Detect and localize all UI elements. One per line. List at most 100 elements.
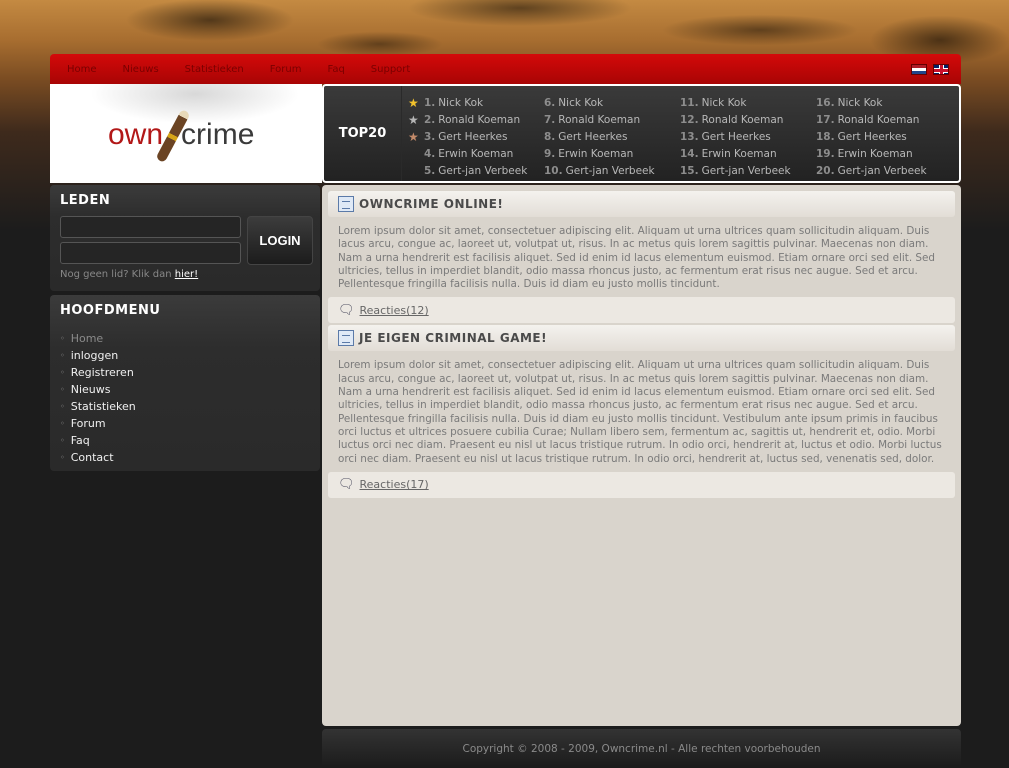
register-note: Nog geen lid? Klik dan hier! — [60, 269, 198, 280]
top20-rank: 19. — [816, 147, 835, 160]
top20-entry[interactable]: 11. Nick Kok — [680, 94, 816, 111]
top20-entry[interactable]: 9. Erwin Koeman — [544, 145, 680, 162]
login-panel: LEDEN LOGIN Nog geen lid? Klik dan hier! — [50, 185, 320, 291]
top20-label: TOP20 — [324, 86, 402, 181]
main-menu-panel: HOOFDMENU ◦ Home ◦ inloggen ◦ Registreren ◦ Nie… — [50, 295, 320, 471]
nav-support[interactable]: Support — [371, 64, 411, 75]
menu-item-faq[interactable]: ◦ Faq — [60, 432, 320, 449]
top20-player-name: Gert Heerkes — [837, 130, 907, 143]
nav-forum[interactable]: Forum — [270, 64, 302, 75]
bronze-star-icon: ★ — [408, 129, 419, 144]
top20-entry[interactable]: ★ 2. Ronald Koeman — [408, 111, 544, 128]
top20-column: ★ 1. Nick Kok ★ 2. Ronald Koeman ★ 3. Gert Heerk… — [408, 94, 544, 181]
login-title: LEDEN — [60, 193, 111, 208]
top20-rank: 1. — [424, 96, 436, 109]
top20-player-name: Nick Kok — [438, 96, 484, 109]
post-title: JE EIGEN CRIMINAL GAME! — [359, 331, 548, 346]
menu-item-label: inloggen — [70, 349, 119, 362]
comments-link[interactable]: Reacties(17) — [360, 478, 429, 491]
top20-player-name: Gert Heerkes — [701, 130, 771, 143]
menu-item-contact[interactable]: ◦ Contact — [60, 449, 320, 466]
nav-nieuws[interactable]: Nieuws — [123, 64, 159, 75]
password-input[interactable] — [60, 242, 241, 264]
menu-item-nieuws[interactable]: ◦ Nieuws — [60, 381, 320, 398]
top20-rank: 14. — [680, 147, 699, 160]
top20-entry[interactable]: ★5.Gert-jan Verbeek — [408, 162, 544, 179]
bullet-icon: ◦ — [60, 453, 65, 462]
post-footer: 🗨 Reacties(17) — [328, 471, 955, 498]
site-logo[interactable]: own crime — [50, 84, 322, 183]
menu-item-forum[interactable]: ◦ Forum — [60, 415, 320, 432]
username-input[interactable] — [60, 216, 241, 238]
top20-entry[interactable]: 10. Gert-jan Verbeek — [544, 162, 680, 179]
post-header: OWNCRIME ONLINE! — [328, 191, 955, 217]
top20-column: 11. Nick Kok 12. Ronald Koeman 13. Gert Heerk… — [680, 94, 816, 181]
top20-entry[interactable]: 15. Gert-jan Verbeek — [680, 162, 816, 179]
register-link[interactable]: hier! — [175, 269, 198, 280]
comment-icon: 🗨 — [338, 477, 355, 493]
top20-entry[interactable]: 6. Nick Kok — [544, 94, 680, 111]
top20-entry[interactable]: 16. Nick Kok — [816, 94, 952, 111]
nav-statistieken[interactable]: Statistieken — [185, 64, 244, 75]
copyright-text: Copyright © 2008 - 2009, Owncrime.nl - A… — [462, 742, 821, 755]
top20-entry[interactable]: 20. Gert-jan Verbeek — [816, 162, 952, 179]
bullet-icon: ◦ — [60, 402, 65, 411]
menu-item-label: Forum — [70, 417, 106, 430]
top20-player-name: Gert Heerkes — [558, 130, 628, 143]
menu-item-inloggen[interactable]: ◦ inloggen — [60, 347, 320, 364]
flag-nl-icon[interactable] — [911, 64, 927, 75]
top20-column: 6. Nick Kok 7. Ronald Koeman 8. Gert Heerkes 9… — [544, 94, 680, 181]
content-area: OWNCRIME ONLINE! Lorem ipsum dolor sit a… — [322, 185, 961, 726]
top20-entry[interactable]: ★ 3. Gert Heerkes — [408, 128, 544, 145]
top20-entry[interactable]: 8. Gert Heerkes — [544, 128, 680, 145]
top20-columns: ★ 1. Nick Kok ★ 2. Ronald Koeman ★ 3. Gert Heerk… — [402, 86, 952, 181]
post-body: Lorem ipsum dolor sit amet, consectetuer… — [338, 359, 942, 465]
top20-entry[interactable]: 18. Gert Heerkes — [816, 128, 952, 145]
page-footer: Copyright © 2008 - 2009, Owncrime.nl - A… — [322, 729, 961, 768]
document-icon — [338, 330, 354, 347]
top20-player-name: Gert-jan Verbeek — [837, 164, 927, 177]
top20-rank: 4. — [424, 147, 436, 160]
top20-player-name: Ronald Koeman — [558, 113, 641, 126]
top20-rank: 7. — [544, 113, 556, 126]
login-button[interactable]: LOGIN — [247, 216, 313, 265]
top20-panel: TOP20 ★ 1. Nick Kok ★ 2. Ronald Koeman ★ 3. Gert… — [322, 84, 961, 183]
nav-home[interactable]: Home — [67, 64, 97, 75]
top20-entry[interactable]: ★ 1. Nick Kok — [408, 94, 544, 111]
comments-link[interactable]: Reacties(12) — [360, 304, 429, 317]
language-flags — [911, 64, 949, 75]
top20-player-name: Nick Kok — [837, 96, 883, 109]
flag-uk-icon[interactable] — [933, 64, 949, 75]
top20-entry[interactable]: 7. Ronald Koeman — [544, 111, 680, 128]
post-title: OWNCRIME ONLINE! — [359, 197, 504, 211]
document-icon — [338, 196, 354, 212]
top20-player-name: Gert-jan Verbeek — [701, 164, 791, 177]
top-navigation: Home Nieuws Statistieken Forum Faq Suppo… — [50, 54, 961, 84]
top20-entry[interactable]: 14. Erwin Koeman — [680, 145, 816, 162]
menu-item-home[interactable]: ◦ Home — [60, 330, 320, 347]
top20-entry[interactable]: 17. Ronald Koeman — [816, 111, 952, 128]
top20-column: 16. Nick Kok 17. Ronald Koeman 18. Gert Heerk… — [816, 94, 952, 181]
bullet-icon: ◦ — [60, 436, 65, 445]
bullet-icon: ◦ — [60, 334, 65, 343]
menu-item-registreren[interactable]: ◦ Registreren — [60, 364, 320, 381]
top20-player-name: Gert-jan Verbeek — [438, 164, 528, 177]
top20-player-name: Erwin Koeman — [438, 147, 514, 160]
news-post: JE EIGEN CRIMINAL GAME! Lorem ipsum dolo… — [328, 325, 955, 498]
top20-entry[interactable]: 13. Gert Heerkes — [680, 128, 816, 145]
menu-item-label: Registreren — [70, 366, 134, 379]
top20-rank: 3. — [424, 130, 436, 143]
logo-own: own — [108, 118, 164, 151]
top20-player-name: Ronald Koeman — [438, 113, 521, 126]
top20-entry[interactable]: ★4.Erwin Koeman — [408, 145, 544, 162]
top20-player-name: Erwin Koeman — [837, 147, 913, 160]
top20-entry[interactable]: 19. Erwin Koeman — [816, 145, 952, 162]
top20-rank: 13. — [680, 130, 699, 143]
nav-faq[interactable]: Faq — [327, 64, 344, 75]
top20-player-name: Gert-jan Verbeek — [565, 164, 655, 177]
top20-player-name: Erwin Koeman — [558, 147, 634, 160]
top20-rank: 12. — [680, 113, 699, 126]
menu-item-statistieken[interactable]: ◦ Statistieken — [60, 398, 320, 415]
news-post: OWNCRIME ONLINE! Lorem ipsum dolor sit a… — [328, 191, 955, 324]
top20-entry[interactable]: 12. Ronald Koeman — [680, 111, 816, 128]
